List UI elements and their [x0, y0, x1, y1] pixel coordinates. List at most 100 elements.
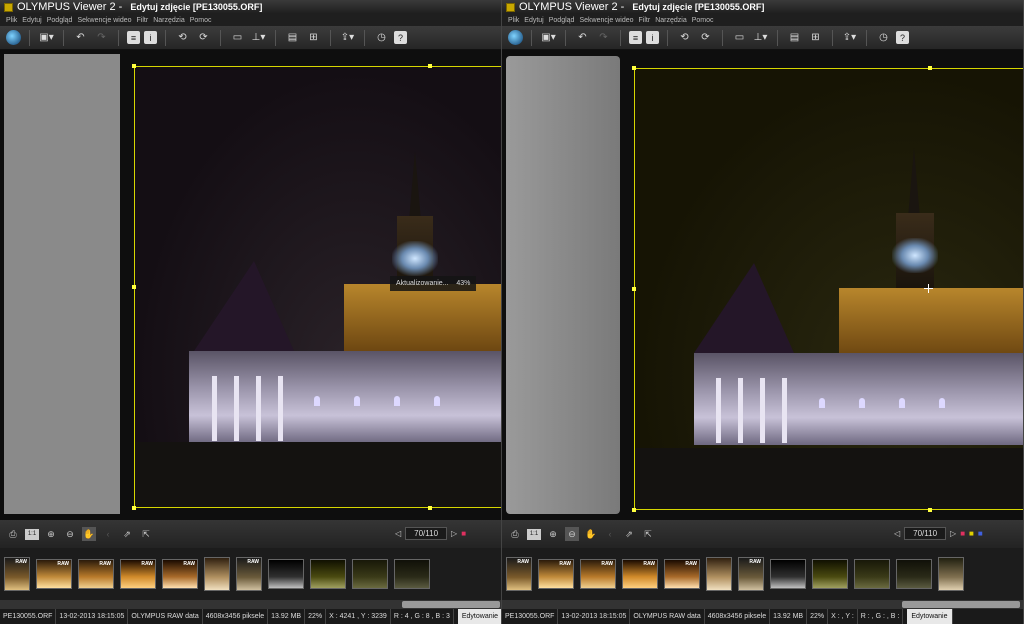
stamp-icon[interactable]: ⊥▾ — [250, 29, 267, 46]
stamp-icon[interactable]: ⊥▾ — [752, 29, 769, 46]
share-icon[interactable]: ⇱ — [641, 527, 655, 541]
export-icon[interactable]: ⇗ — [622, 527, 636, 541]
zoom-out-icon[interactable]: ⊖ — [63, 527, 77, 541]
thumbnail[interactable] — [770, 559, 806, 589]
crop-handle[interactable] — [632, 508, 636, 512]
thumbnail[interactable]: RAW — [664, 559, 700, 589]
menu-tools[interactable]: Narzędzia — [153, 17, 185, 24]
menu-tools[interactable]: Narzędzia — [655, 17, 687, 24]
thumbnail[interactable] — [812, 559, 848, 589]
zoom-in-icon[interactable]: ⊕ — [44, 527, 58, 541]
rotate-right-icon[interactable]: ⟳ — [697, 29, 714, 46]
hand-icon[interactable]: ✋ — [82, 527, 96, 541]
thumbnail[interactable]: RAW — [236, 557, 262, 591]
menu-edit[interactable]: Edytuj — [524, 17, 543, 24]
prev-image-icon[interactable]: ◁ — [894, 529, 900, 538]
next-image-icon[interactable]: ▷ — [451, 529, 457, 538]
clock-icon[interactable]: ◷ — [373, 29, 390, 46]
panel-icon[interactable]: ≡ — [629, 31, 642, 44]
thumbnail[interactable] — [204, 557, 230, 591]
thumbnail[interactable] — [310, 559, 346, 589]
menu-filter[interactable]: Filtr — [137, 17, 149, 24]
rotate-left-icon[interactable]: ⟲ — [174, 29, 191, 46]
label-red-icon[interactable]: ■ — [461, 529, 466, 538]
menu-video[interactable]: Sekwencje wideo — [77, 17, 131, 24]
zoom-in-icon[interactable]: ⊕ — [546, 527, 560, 541]
crop-handle[interactable] — [928, 66, 932, 70]
thumbnail[interactable] — [394, 559, 430, 589]
crop-handle[interactable] — [132, 64, 136, 68]
crop-handle[interactable] — [428, 506, 432, 510]
panel-icon[interactable]: ≡ — [127, 31, 140, 44]
info-icon[interactable]: i — [144, 31, 157, 44]
thumbnail[interactable]: RAW — [622, 559, 658, 589]
thumbnail[interactable]: RAW — [580, 559, 616, 589]
prev-image-icon[interactable]: ◁ — [395, 529, 401, 538]
crop-handle[interactable] — [132, 285, 136, 289]
thumbnail[interactable]: RAW — [36, 559, 72, 589]
thumbnail[interactable]: RAW — [538, 559, 574, 589]
thumbnail[interactable]: RAW — [506, 557, 532, 591]
redo-icon[interactable]: ↷ — [595, 29, 612, 46]
crop-handle[interactable] — [928, 508, 932, 512]
scrollbar-knob[interactable] — [902, 601, 1020, 608]
next-image-icon[interactable]: ▷ — [950, 529, 956, 538]
label-yellow-icon[interactable]: ■ — [969, 529, 974, 538]
actual-size-icon[interactable]: 1:1 — [527, 528, 541, 540]
thumbnail-scrollbar[interactable] — [0, 600, 501, 609]
crop-handle[interactable] — [132, 506, 136, 510]
thumbnail[interactable] — [854, 559, 890, 589]
scrollbar-knob[interactable] — [402, 601, 500, 608]
filmstrip-icon[interactable]: ▤ — [786, 29, 803, 46]
thumbnail[interactable] — [938, 557, 964, 591]
menu-filter[interactable]: Filtr — [639, 17, 651, 24]
thumbnail-scrollbar[interactable] — [502, 600, 1023, 609]
thumbnail[interactable]: RAW — [78, 559, 114, 589]
globe-icon[interactable] — [508, 30, 523, 45]
export-icon[interactable]: ⇪▾ — [841, 29, 858, 46]
menu-file[interactable]: Plik — [508, 17, 519, 24]
thumbnail[interactable]: RAW — [4, 557, 30, 591]
export-icon[interactable]: ⇗ — [120, 527, 134, 541]
hand-icon[interactable]: ✋ — [584, 527, 598, 541]
zoom-out-icon[interactable]: ⊖ — [565, 527, 579, 541]
crop-handle[interactable] — [632, 287, 636, 291]
menu-edit[interactable]: Edytuj — [22, 17, 41, 24]
crop-frame[interactable] — [634, 68, 1023, 510]
thumbnail[interactable]: RAW — [738, 557, 764, 591]
label-blue-icon[interactable]: ■ — [978, 529, 983, 538]
thumbnail[interactable]: RAW — [120, 559, 156, 589]
thumbnail[interactable] — [352, 559, 388, 589]
arrow-icon[interactable]: ‹ — [101, 527, 115, 541]
export-icon[interactable]: ⇪▾ — [339, 29, 356, 46]
compare-icon[interactable]: ⊞ — [807, 29, 824, 46]
label-red-icon[interactable]: ■ — [960, 529, 965, 538]
globe-icon[interactable] — [6, 30, 21, 45]
menu-view[interactable]: Podgląd — [47, 17, 73, 24]
menu-file[interactable]: Plik — [6, 17, 17, 24]
menu-help[interactable]: Pomoc — [692, 17, 714, 24]
undo-icon[interactable]: ↶ — [574, 29, 591, 46]
thumbnail[interactable] — [706, 557, 732, 591]
actual-size-icon[interactable]: 1:1 — [25, 528, 39, 540]
print-icon[interactable]: ⎙ — [6, 527, 20, 541]
thumbnail[interactable] — [268, 559, 304, 589]
thumbnail[interactable] — [896, 559, 932, 589]
undo-icon[interactable]: ↶ — [72, 29, 89, 46]
thumbnail[interactable]: RAW — [162, 559, 198, 589]
monitor-icon[interactable]: ▭ — [229, 29, 246, 46]
rotate-left-icon[interactable]: ⟲ — [676, 29, 693, 46]
menu-video[interactable]: Sekwencje wideo — [579, 17, 633, 24]
print-icon[interactable]: ⎙ — [508, 527, 522, 541]
save-icon[interactable]: ▣▾ — [540, 29, 557, 46]
crop-handle[interactable] — [428, 64, 432, 68]
info-icon[interactable]: i — [646, 31, 659, 44]
redo-icon[interactable]: ↷ — [93, 29, 110, 46]
help-icon[interactable]: ? — [394, 31, 407, 44]
rotate-right-icon[interactable]: ⟳ — [195, 29, 212, 46]
monitor-icon[interactable]: ▭ — [731, 29, 748, 46]
clock-icon[interactable]: ◷ — [875, 29, 892, 46]
compare-icon[interactable]: ⊞ — [305, 29, 322, 46]
filmstrip-icon[interactable]: ▤ — [284, 29, 301, 46]
menu-view[interactable]: Podgląd — [549, 17, 575, 24]
